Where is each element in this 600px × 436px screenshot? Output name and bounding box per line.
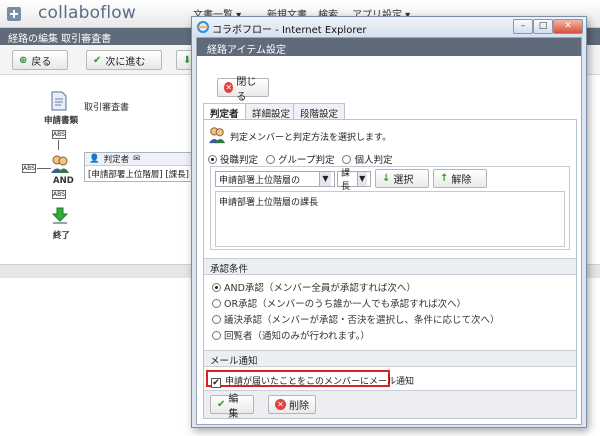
role-select-value: 課長	[341, 169, 351, 192]
chevron-down-icon: ▼	[319, 172, 331, 186]
document-icon	[51, 91, 67, 111]
chevron-down-icon: ▼	[356, 172, 367, 186]
inner-title: 経路アイテム設定	[197, 38, 581, 56]
member-select-box: 申請部署上位階層の ▼ 課長 ▼ ↓ 選択 ↑ 解除 申請部署上位階層の課長	[210, 166, 570, 250]
dialog-content: 経路アイテム設定 ✕ 閉じる 判定者 詳細設定 段階設定 判定メンバーと判定方法…	[196, 37, 582, 425]
radio-dot	[208, 155, 217, 164]
check-icon: ✔	[217, 399, 226, 410]
radio-dot	[212, 315, 221, 324]
and-label: AND	[53, 176, 74, 186]
edit-button[interactable]: ✔ 編集	[210, 394, 254, 420]
radio-dot	[266, 155, 276, 164]
back-button[interactable]: ⊕ 戻る	[12, 50, 68, 70]
tab-stage[interactable]: 段階設定	[293, 103, 346, 120]
minimize-button[interactable]: –	[513, 19, 533, 34]
remove-label: 解除	[451, 175, 472, 186]
collaboflow-logo-icon	[7, 7, 21, 21]
ie-logo-icon	[197, 21, 209, 33]
radio-dot	[342, 155, 352, 164]
maximize-button[interactable]: □	[533, 19, 553, 34]
back-label: 戻る	[31, 56, 52, 68]
radio-individual[interactable]: 個人判定	[342, 152, 392, 166]
approval-circulate[interactable]: 回覧者（通知のみが行われます。）	[212, 328, 370, 342]
window-close-button[interactable]: ✕	[553, 19, 583, 34]
radio-group[interactable]: グループ判定	[266, 152, 334, 166]
dialog-title: コラボフロー - Internet Explorer	[212, 25, 367, 36]
person-icon: 👤	[89, 154, 100, 164]
check-icon: ✔	[93, 54, 102, 66]
approval-vote[interactable]: 議決承認（メンバーが承認・否決を選択し、条件に応じて次へ）	[212, 312, 500, 326]
approver-header: 判定者	[103, 155, 130, 165]
close-button[interactable]: ✕ 閉じる	[217, 77, 269, 103]
abs-tag-bottom: ABS	[52, 190, 66, 199]
approval-and-label: AND承認（メンバー全員が承認すれば次へ）	[224, 283, 416, 294]
applicant-label: 申請書類	[44, 116, 79, 126]
close-x-icon: ✕	[224, 82, 234, 93]
approver-value: [申請部署上位階層] [課長]	[88, 170, 189, 180]
tab-panel: 判定メンバーと判定方法を選択します。 役職判定 グループ判定 個人判定 申請部署…	[203, 119, 577, 420]
select-button[interactable]: ↓ 選択	[375, 169, 429, 188]
back-arrow-icon: ⊕	[19, 54, 28, 66]
approval-or[interactable]: OR承認（メンバーのうち誰か一人でも承認すれば次へ）	[212, 296, 466, 310]
member-item[interactable]: 申請部署上位階層の課長	[219, 195, 561, 208]
delete-button[interactable]: ✕ 削除	[268, 395, 316, 414]
mail-notify-label: 申請が届いたことをこのメンバーにメール通知	[225, 377, 415, 387]
logo-text: collaboflow	[38, 3, 137, 23]
users-group-icon	[51, 155, 69, 173]
radio-dot	[212, 331, 221, 340]
approval-and[interactable]: AND承認（メンバー全員が承認すれば次へ）	[212, 280, 416, 294]
radio-dot	[212, 283, 221, 292]
users-group-icon	[208, 127, 226, 144]
route-connector	[58, 140, 59, 150]
next-button[interactable]: ✔ 次に進む	[86, 50, 162, 70]
approval-vote-label: 議決承認（メンバーが承認・否決を選択し、条件に応じて次へ）	[224, 315, 500, 326]
dept-select[interactable]: 申請部署上位階層の ▼	[215, 171, 335, 187]
delete-x-icon: ✕	[275, 399, 286, 410]
mail-icon: ✉	[133, 154, 141, 164]
judge-mode-group: 役職判定 グループ判定 個人判定	[208, 152, 392, 166]
mail-section-header: メール通知	[204, 350, 576, 367]
mail-notify-checkbox[interactable]: ✔ 申請が届いたことをこのメンバーにメール通知	[206, 370, 414, 388]
radio-group-label: グループ判定	[278, 155, 335, 166]
description: 判定メンバーと判定方法を選択します。	[230, 133, 392, 143]
checkbox-checked-icon: ✔	[211, 378, 221, 388]
delete-label: 削除	[289, 401, 309, 412]
ie-dialog-window: コラボフロー - Internet Explorer – □ ✕ 経路アイテム設…	[191, 16, 587, 428]
dialog-titlebar[interactable]: コラボフロー - Internet Explorer – □ ✕	[192, 17, 586, 37]
radio-role[interactable]: 役職判定	[208, 152, 258, 166]
next-label: 次に進む	[105, 56, 146, 68]
tab-detail[interactable]: 詳細設定	[245, 103, 298, 120]
approval-or-label: OR承認（メンバーのうち誰か一人でも承認すれば次へ）	[224, 299, 467, 310]
radio-individual-label: 個人判定	[354, 155, 393, 166]
down-arrow-icon: ↓	[382, 173, 391, 184]
remove-button[interactable]: ↑ 解除	[433, 169, 487, 188]
select-label: 選択	[393, 175, 414, 186]
radio-dot	[212, 299, 221, 308]
route-connector-h	[37, 168, 51, 169]
action-bar: ✔ 編集 ✕ 削除	[204, 390, 576, 420]
abs-tag-left: ABS	[22, 164, 36, 173]
selected-members-list[interactable]: 申請部署上位階層の課長	[215, 191, 565, 247]
dept-select-value: 申請部署上位階層の	[219, 175, 301, 186]
end-label: 終了	[53, 231, 71, 241]
up-arrow-icon: ↑	[440, 173, 449, 184]
approval-circulate-label: 回覧者（通知のみが行われます。）	[224, 331, 370, 342]
close-label: 閉じる	[236, 76, 257, 103]
tab-judge[interactable]: 判定者	[203, 103, 246, 120]
role-select[interactable]: 課長 ▼	[337, 169, 371, 192]
approval-section-header: 承認条件	[204, 258, 576, 275]
end-download-icon	[52, 207, 68, 224]
edit-label: 編集	[228, 393, 239, 420]
approver-box[interactable]: 👤 判定者 ✉ [申請部署上位階層] [課長]	[84, 152, 192, 182]
radio-role-label: 役職判定	[220, 155, 259, 166]
doc-name: 取引審査書	[84, 103, 130, 113]
abs-tag: ABS	[52, 130, 66, 139]
